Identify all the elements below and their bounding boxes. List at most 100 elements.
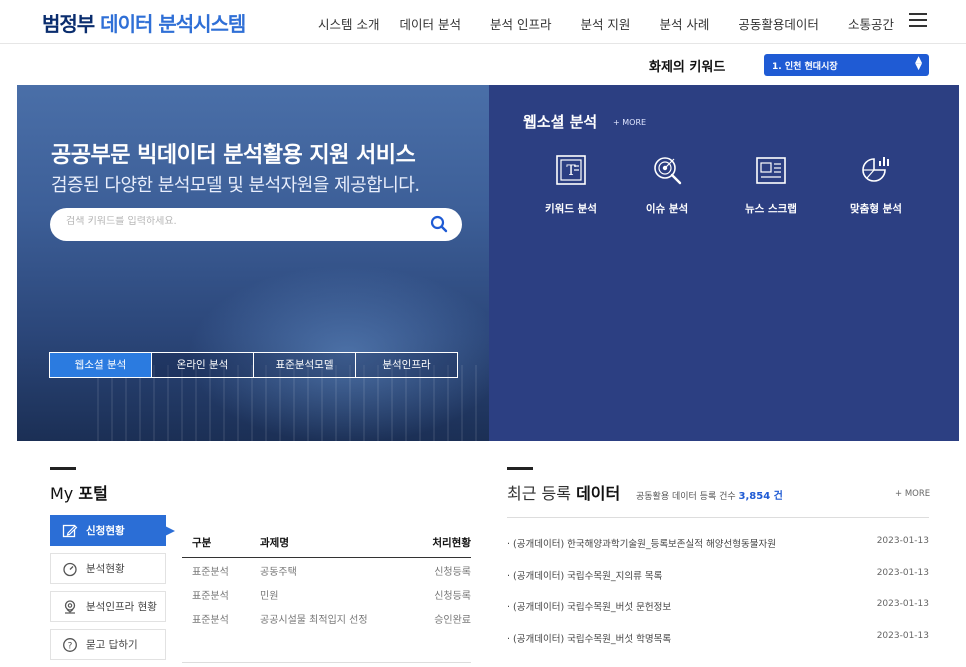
list-item[interactable]: · (공개데이터) 국립수목원_지의류 목록 2023-01-13 [507, 559, 929, 591]
select-updown-icon: ▲ ▼ [915, 55, 922, 72]
portal-menu-qna[interactable]: ? 묻고 답하기 [50, 629, 166, 660]
col-task-name: 과제명 [260, 536, 289, 549]
list-item-date: 2023-01-13 [876, 630, 929, 641]
tab-analysis-infra[interactable]: 분석인프라 [355, 352, 458, 378]
portal-title-light: My [50, 484, 74, 503]
table-header: 구분 과제명 처리현황 [182, 527, 471, 558]
location-pin-icon [64, 599, 76, 614]
portal-menu-analysis-status[interactable]: 분석현황 [50, 553, 166, 584]
hamburger-menu-icon[interactable] [909, 13, 927, 29]
websocial-label-custom: 맞춤형 분석 [850, 203, 902, 215]
tab-websocial[interactable]: 웹소셜 분석 [49, 352, 152, 378]
portal-menu-label: 분석인프라 현황 [86, 601, 157, 613]
list-item[interactable]: · (공개데이터) 국립수목원_버섯 학명목록 2023-01-13 [507, 622, 929, 654]
nav-shared-data[interactable]: 공동활용데이터 [738, 14, 819, 33]
nav-analysis-cases[interactable]: 분석 사례 [659, 14, 709, 33]
websocial-label-issue: 이슈 분석 [645, 203, 689, 215]
table-row[interactable]: 표준분석 공동주택 신청등록 [182, 558, 471, 582]
nav-data-analysis[interactable]: 데이터 분석 [399, 14, 460, 33]
target-magnifier-icon [654, 157, 682, 185]
search-box [50, 208, 462, 241]
col-category: 구분 [192, 536, 212, 549]
svg-text:?: ? [68, 641, 73, 651]
logo[interactable]: 범정부 데이터 분석시스템 [42, 8, 246, 37]
websocial-issue-analysis[interactable]: 이슈 분석 [627, 153, 707, 216]
list-item-title: · (공개데이터) 국립수목원_버섯 학명목록 [507, 633, 672, 645]
table-bottom-divider [182, 662, 471, 663]
list-item[interactable]: · (공개데이터) 한국해양과학기술원_등록보존실적 해양선형동물자원 2023… [507, 527, 929, 559]
hero-banner: 공공부문 빅데이터 분석활용 지원 서비스 검증된 다양한 분석모델 및 분석자… [17, 85, 489, 441]
cell-category: 표준분석 [192, 566, 229, 578]
list-item-title: · (공개데이터) 국립수목원_버섯 문헌정보 [507, 602, 672, 613]
recent-data-list: · (공개데이터) 한국해양과학기술원_등록보존실적 해양선형동물자원 2023… [507, 527, 929, 653]
websocial-panel: 웹소셜 분석 + MORE T 키워드 분석 이슈 분석 뉴스 스크랩 맞춤형 … [489, 85, 959, 441]
nav-analysis-infra[interactable]: 분석 인프라 [490, 14, 551, 33]
pie-chart-icon [862, 157, 889, 182]
recent-data-title: 최근 등록 데이터 [507, 480, 620, 504]
portal-title: My 포털 [50, 480, 108, 504]
portal-menu-label: 신청현황 [86, 525, 125, 537]
portal-menu-application-status[interactable]: 신청현황 [50, 515, 175, 546]
nav-community[interactable]: 소통공간 [848, 14, 894, 33]
websocial-label-keyword: 키워드 분석 [545, 203, 597, 215]
websocial-custom-analysis[interactable]: 맞춤형 분석 [836, 153, 916, 216]
table-row[interactable]: 표준분석 공공시설물 최적입지 선정 승인완료 [182, 606, 471, 630]
logo-part1: 범정부 [42, 12, 95, 36]
clock-icon [63, 562, 77, 576]
recent-data-count: 공동활용 데이터 등록 건수 3,854 건 [636, 487, 783, 502]
hot-keyword-select[interactable]: 1. 인천 현대시장 ▲ ▼ [764, 54, 929, 76]
keyword-document-icon: T [556, 155, 586, 185]
recent-title-bar [507, 467, 533, 470]
question-icon: ? [63, 637, 77, 652]
nav-analysis-support[interactable]: 분석 지원 [580, 14, 630, 33]
hero-tabs: 웹소셜 분석 온라인 분석 표준분석모델 분석인프라 [49, 352, 458, 378]
application-table: 구분 과제명 처리현황 표준분석 공동주택 신청등록 표준분석 민원 신청등록 … [182, 527, 471, 630]
portal-title-bar [50, 467, 76, 470]
main-nav: 시스템 소개 데이터 분석 분석 인프라 분석 지원 분석 사례 공동활용데이터… [318, 14, 923, 33]
hero: 공공부문 빅데이터 분석활용 지원 서비스 검증된 다양한 분석모델 및 분석자… [17, 85, 959, 441]
hot-keyword-label: 화제의 키워드 [649, 60, 726, 75]
portal-menu: 신청현황 분석현황 분석인프라 현황 ? 묻고 답하기 [50, 515, 175, 667]
tab-standard-model[interactable]: 표준분석모델 [253, 352, 356, 378]
table-row[interactable]: 표준분석 민원 신청등록 [182, 582, 471, 606]
newspaper-icon [756, 157, 786, 184]
cell-status: 승인완료 [434, 614, 471, 626]
search-input[interactable] [66, 216, 406, 227]
cell-task-name: 공동주택 [260, 566, 297, 578]
cell-task-name: 민원 [260, 590, 279, 602]
portal-menu-infra-status[interactable]: 분석인프라 현황 [50, 591, 166, 622]
cell-task-name: 공공시설물 최적입지 선정 [260, 614, 368, 626]
cell-category: 표준분석 [192, 590, 229, 602]
list-item-date: 2023-01-13 [876, 599, 929, 609]
recent-count-label: 공동활용 데이터 등록 건수 [636, 492, 736, 502]
logo-part2: 데이터 분석시스템 [100, 12, 246, 36]
recent-divider [507, 517, 929, 518]
hero-title: 공공부문 빅데이터 분석활용 지원 서비스 [51, 143, 416, 168]
recent-more-link[interactable]: + MORE [895, 489, 930, 499]
hero-subtitle: 검증된 다양한 분석모델 및 분석자원을 제공합니다. [51, 175, 420, 196]
svg-text:T: T [566, 163, 576, 179]
tab-online-analysis[interactable]: 온라인 분석 [151, 352, 254, 378]
websocial-news-scrap[interactable]: 뉴스 스크랩 [731, 153, 811, 216]
list-item-date: 2023-01-13 [876, 567, 929, 578]
nav-system-intro[interactable]: 시스템 소개 [318, 14, 379, 33]
websocial-title: 웹소셜 분석 [523, 113, 598, 131]
websocial-more-link[interactable]: + MORE [613, 118, 646, 127]
search-icon[interactable] [430, 215, 448, 233]
recent-title-bold: 데이터 [576, 484, 621, 503]
header: 범정부 데이터 분석시스템 시스템 소개 데이터 분석 분석 인프라 분석 지원… [0, 0, 966, 44]
portal-title-bold: 포털 [78, 484, 108, 503]
cell-status: 신청등록 [434, 590, 471, 602]
recent-count-value: 3,854 건 [738, 491, 783, 502]
col-status: 처리현황 [432, 536, 471, 549]
list-item-title: · (공개데이터) 국립수목원_지의류 목록 [507, 570, 663, 582]
list-item[interactable]: · (공개데이터) 국립수목원_버섯 문헌정보 2023-01-13 [507, 590, 929, 622]
list-item-date: 2023-01-13 [876, 536, 929, 546]
hot-keyword-selected: 1. 인천 현대시장 [772, 62, 838, 72]
cell-category: 표준분석 [192, 614, 229, 626]
portal-menu-label: 묻고 답하기 [86, 639, 138, 651]
recent-title-light: 최근 등록 [507, 484, 571, 503]
websocial-keyword-analysis[interactable]: T 키워드 분석 [531, 153, 611, 216]
websocial-label-news: 뉴스 스크랩 [745, 203, 797, 215]
edit-icon [62, 524, 78, 537]
